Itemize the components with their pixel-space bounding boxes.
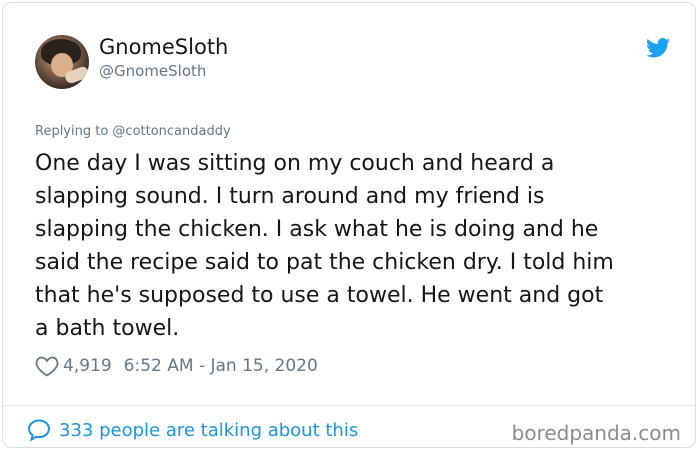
tweet-line: that he's supposed to use a towel. He we… (35, 283, 604, 308)
watermark: boredpanda.com (511, 421, 681, 445)
heart-icon[interactable] (35, 355, 59, 377)
tweet-card: GnomeSloth @GnomeSloth Replying to @cott… (2, 2, 696, 448)
author-handle[interactable]: @GnomeSloth (99, 62, 206, 80)
conversation-link[interactable]: 333 people are talking about this (27, 417, 358, 443)
avatar[interactable] (35, 35, 89, 89)
timestamp[interactable]: 6:52 AM - Jan 15, 2020 (124, 356, 318, 376)
tweet-text: One day I was sitting on my couch and he… (35, 147, 675, 345)
replying-to-line[interactable]: Replying to @cottoncandaddy (35, 124, 231, 139)
tweet-line: slapping sound. I turn around and my fri… (35, 184, 545, 209)
tweet-line: slapping the chicken. I ask what he is d… (35, 217, 599, 242)
twitter-bird-icon[interactable] (646, 38, 670, 58)
conversation-text[interactable]: 333 people are talking about this (59, 420, 358, 441)
author-display-name[interactable]: GnomeSloth (99, 35, 228, 59)
divider (3, 405, 695, 406)
tweet-meta: 4,919 6:52 AM - Jan 15, 2020 (35, 354, 318, 378)
tweet-line: said the recipe said to pat the chicken … (35, 250, 614, 275)
speech-bubble-icon (27, 419, 51, 442)
like-count[interactable]: 4,919 (63, 356, 112, 376)
tweet-line: a bath towel. (35, 316, 180, 341)
tweet-line: One day I was sitting on my couch and he… (35, 151, 555, 176)
